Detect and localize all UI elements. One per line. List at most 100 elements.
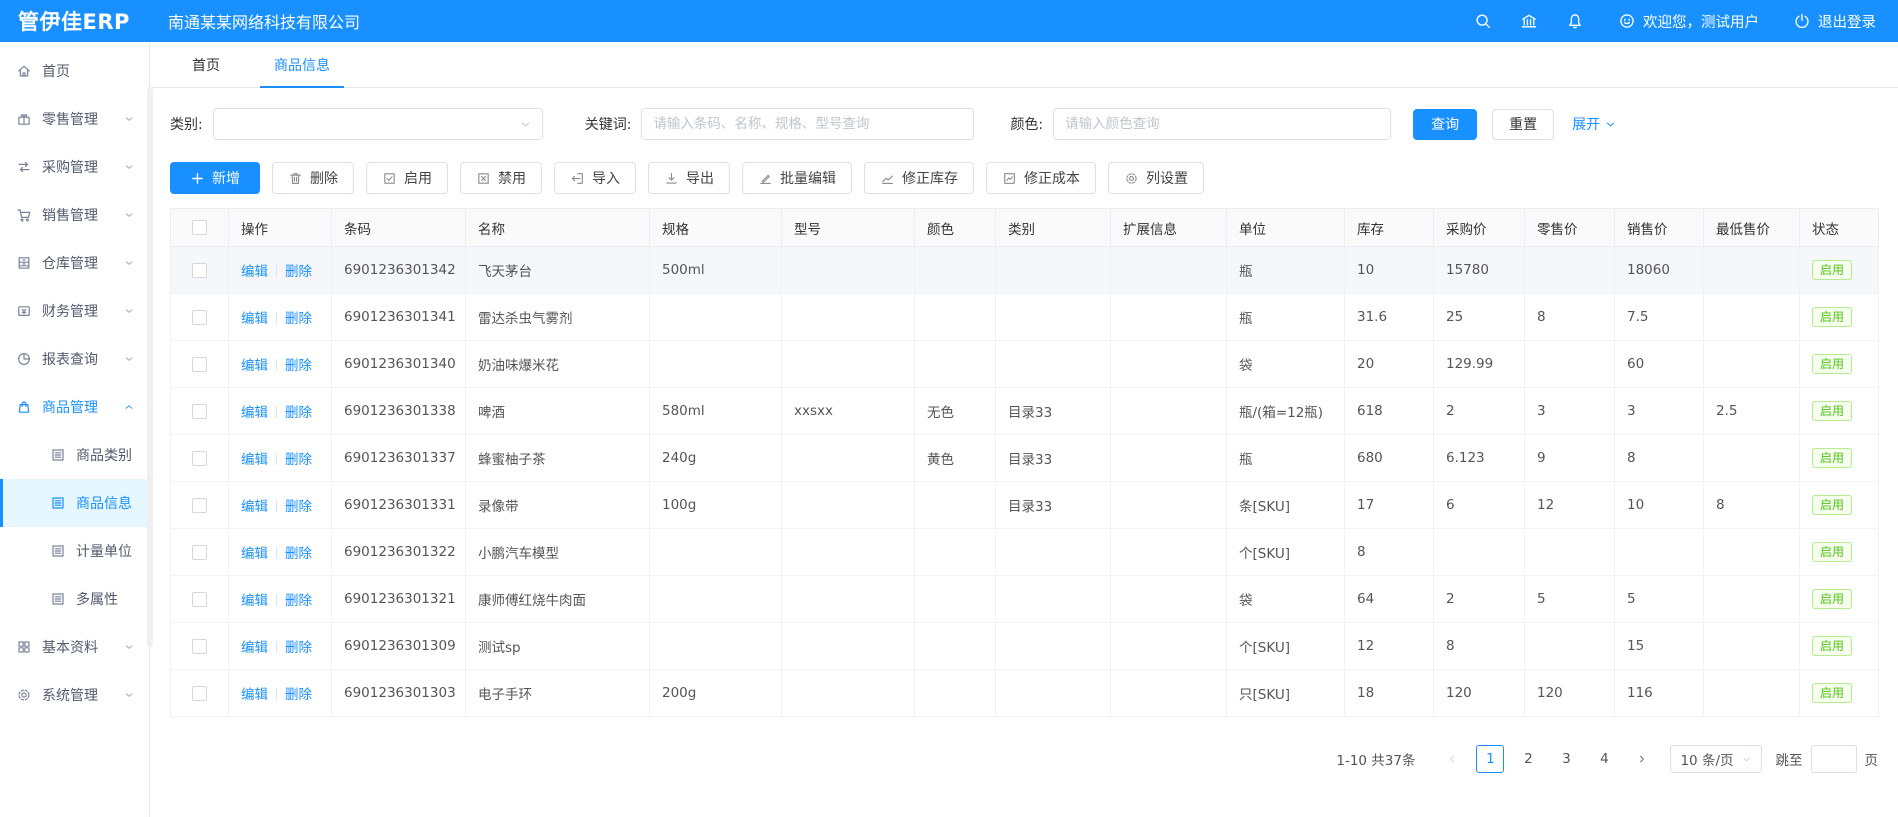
color-input[interactable] [1053, 108, 1391, 140]
toolbar-button-修正库存[interactable]: 修正库存 [864, 162, 974, 194]
delete-link[interactable]: 删除 [285, 264, 312, 280]
cell-spec: 580ml [650, 388, 782, 435]
edit-link[interactable]: 编辑 [241, 499, 268, 515]
sidebar-item-商品类别[interactable]: 商品类别 [0, 431, 149, 479]
edit-link[interactable]: 编辑 [241, 546, 268, 562]
cell-status: 启用 [1800, 435, 1879, 482]
next-page-icon[interactable] [1628, 745, 1656, 773]
edit-link[interactable]: 编辑 [241, 264, 268, 280]
cell-purchase: 6 [1434, 482, 1525, 529]
page-button-3[interactable]: 3 [1552, 745, 1580, 773]
search-button[interactable]: 查询 [1413, 109, 1477, 140]
cell-unit: 瓶 [1227, 435, 1345, 482]
delete-link[interactable]: 删除 [285, 358, 312, 374]
row-checkbox[interactable] [192, 451, 207, 466]
sidebar-item-采购管理[interactable]: 采购管理 [0, 143, 149, 191]
row-checkbox[interactable] [192, 686, 207, 701]
select-all-checkbox[interactable] [192, 220, 207, 235]
doc-list-icon [50, 495, 66, 511]
toolbar-button-列设置[interactable]: 列设置 [1108, 162, 1204, 194]
sidebar-item-商品信息[interactable]: 商品信息 [0, 479, 149, 527]
jump-input[interactable] [1811, 745, 1857, 773]
sidebar-item-销售管理[interactable]: 销售管理 [0, 191, 149, 239]
cell-stock: 618 [1345, 388, 1434, 435]
row-checkbox[interactable] [192, 263, 207, 278]
edit-link[interactable]: 编辑 [241, 687, 268, 703]
keyword-input[interactable] [641, 108, 974, 140]
page-button-2[interactable]: 2 [1514, 745, 1542, 773]
toolbar-button-导入[interactable]: 导入 [554, 162, 636, 194]
expand-link[interactable]: 展开 [1572, 114, 1617, 134]
sidebar-item-计量单位[interactable]: 计量单位 [0, 527, 149, 575]
cell-category [996, 247, 1111, 294]
page-button-4[interactable]: 4 [1590, 745, 1618, 773]
sidebar-item-label: 首页 [42, 61, 70, 81]
toolbar-button-启用[interactable]: 启用 [366, 162, 448, 194]
logout-button[interactable]: 退出登录 [1793, 11, 1876, 32]
page-size-select[interactable]: 10 条/页 [1670, 745, 1761, 773]
edit-link[interactable]: 编辑 [241, 593, 268, 609]
edit-link[interactable]: 编辑 [241, 311, 268, 327]
delete-link[interactable]: 删除 [285, 452, 312, 468]
home-icon [16, 63, 32, 79]
cell-sale: 116 [1615, 670, 1704, 717]
delete-link[interactable]: 删除 [285, 593, 312, 609]
toolbar-button-禁用[interactable]: 禁用 [460, 162, 542, 194]
edit-link[interactable]: 编辑 [241, 405, 268, 421]
toolbar-button-修正成本[interactable]: 修正成本 [986, 162, 1096, 194]
edit-link[interactable]: 编辑 [241, 640, 268, 656]
delete-link[interactable]: 删除 [285, 499, 312, 515]
delete-link[interactable]: 删除 [285, 311, 312, 327]
table-row: 编辑删除6901236301309测试sp个[SKU]12815启用 [171, 623, 1879, 670]
edit-link[interactable]: 编辑 [241, 452, 268, 468]
toolbar-button-删除[interactable]: 删除 [272, 162, 354, 194]
column-header: 销售价 [1615, 209, 1704, 247]
gear-icon [16, 687, 32, 703]
sidebar-item-多属性[interactable]: 多属性 [0, 575, 149, 623]
delete-link[interactable]: 删除 [285, 687, 312, 703]
check-square-icon [382, 171, 397, 186]
sidebar-item-基本资料[interactable]: 基本资料 [0, 623, 149, 671]
delete-link[interactable]: 删除 [285, 546, 312, 562]
bell-icon[interactable] [1566, 12, 1584, 30]
toolbar-button-批量编辑[interactable]: 批量编辑 [742, 162, 852, 194]
delete-link[interactable]: 删除 [285, 405, 312, 421]
row-checkbox[interactable] [192, 545, 207, 560]
sidebar-item-系统管理[interactable]: 系统管理 [0, 671, 149, 719]
page-button-1[interactable]: 1 [1476, 745, 1504, 773]
toolbar-button-导出[interactable]: 导出 [648, 162, 730, 194]
cell-category [996, 623, 1111, 670]
edit-link[interactable]: 编辑 [241, 358, 268, 374]
tab-product-info[interactable]: 商品信息 [260, 42, 344, 87]
category-select[interactable] [213, 108, 543, 140]
chevron-down-icon [1741, 754, 1752, 765]
cell-unit: 个[SKU] [1227, 623, 1345, 670]
row-checkbox[interactable] [192, 310, 207, 325]
cell-sale [1615, 529, 1704, 576]
sidebar-item-首页[interactable]: 首页 [0, 47, 149, 95]
sidebar-scrollbar[interactable] [147, 87, 153, 647]
sidebar-item-报表查询[interactable]: 报表查询 [0, 335, 149, 383]
row-checkbox[interactable] [192, 404, 207, 419]
toolbar-button-新增[interactable]: 新增 [170, 162, 260, 194]
row-actions: 编辑 删除 [229, 435, 332, 482]
row-checkbox[interactable] [192, 357, 207, 372]
cell-status: 启用 [1800, 670, 1879, 717]
cell-status: 启用 [1800, 341, 1879, 388]
sidebar-item-财务管理[interactable]: 财务管理 [0, 287, 149, 335]
cell-model: xxsxx [782, 388, 915, 435]
tab-home[interactable]: 首页 [178, 42, 234, 87]
delete-link[interactable]: 删除 [285, 640, 312, 656]
sidebar-item-仓库管理[interactable]: 仓库管理 [0, 239, 149, 287]
sidebar-item-零售管理[interactable]: 零售管理 [0, 95, 149, 143]
sidebar-item-商品管理[interactable]: 商品管理 [0, 383, 149, 431]
reset-button[interactable]: 重置 [1492, 109, 1554, 140]
row-checkbox[interactable] [192, 592, 207, 607]
row-checkbox[interactable] [192, 498, 207, 513]
cell-category [996, 341, 1111, 388]
bank-icon[interactable] [1520, 12, 1538, 30]
search-icon[interactable] [1474, 12, 1492, 30]
row-checkbox[interactable] [192, 639, 207, 654]
prev-page-icon[interactable] [1438, 745, 1466, 773]
color-label: 颜色: [1010, 114, 1043, 134]
